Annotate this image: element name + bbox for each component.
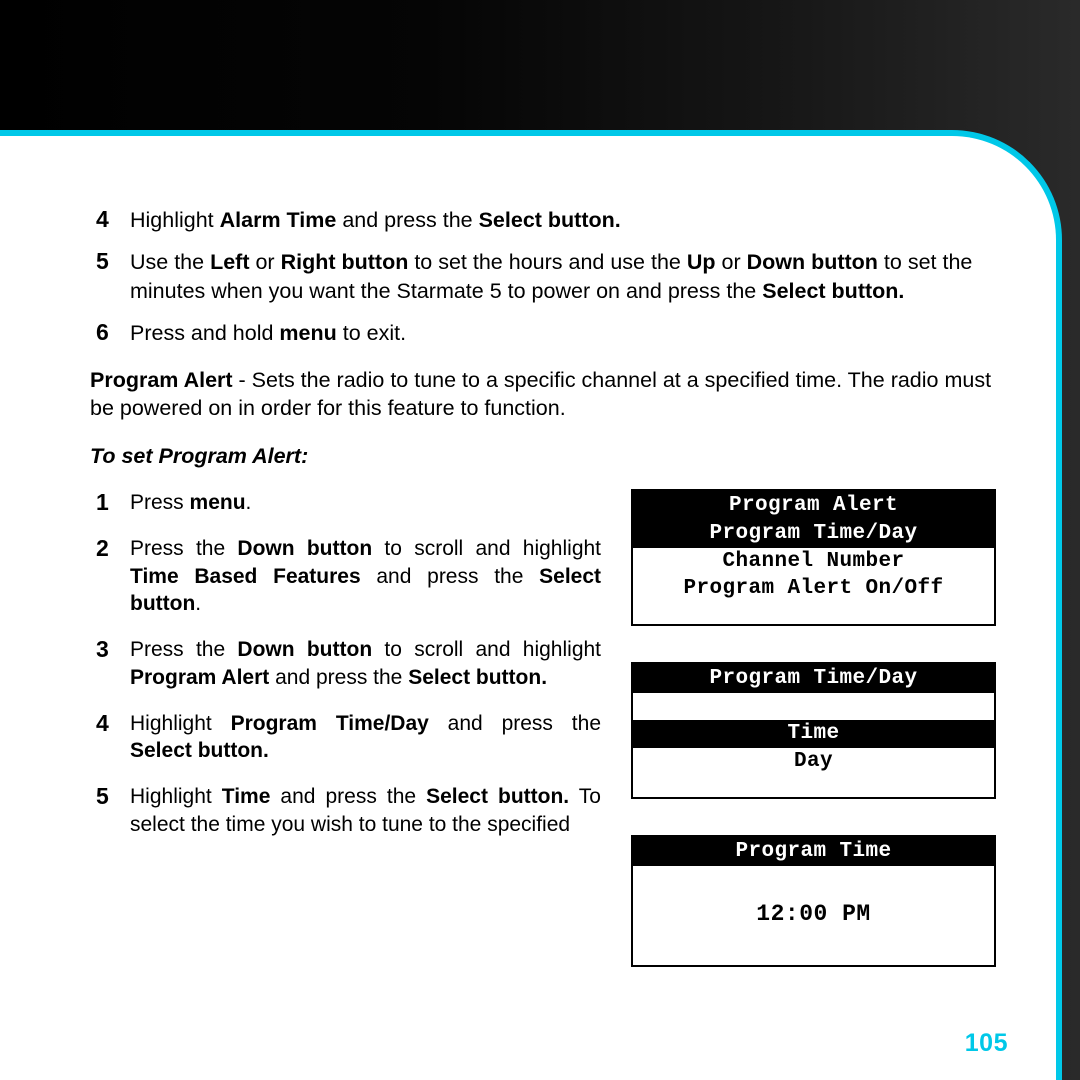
lcd-row: Program Alert On/Off — [633, 575, 994, 602]
step-number: 1 — [90, 489, 130, 517]
lcd-spacer — [633, 775, 994, 797]
step-5b: 5 Highlight Time and press the Select bu… — [90, 783, 601, 838]
step-1: 1 Press menu. — [90, 489, 601, 517]
step-number: 3 — [90, 636, 130, 691]
lcd-spacer — [633, 933, 994, 965]
step-text: Press menu. — [130, 489, 251, 517]
lcd-blank-row — [633, 866, 994, 893]
lcd-row: Channel Number — [633, 548, 994, 575]
lcd-title: Program Time — [633, 837, 994, 866]
lcd-spacer — [633, 602, 994, 624]
step-text: Use the Left or Right button to set the … — [130, 248, 996, 305]
step-number: 5 — [90, 783, 130, 838]
lcd-time-value: 12:00 PM — [633, 893, 994, 933]
lcd-program-alert: Program Alert Program Time/Day Channel N… — [631, 489, 996, 626]
step-4: 4 Highlight Alarm Time and press the Sel… — [90, 206, 996, 234]
step-text: Highlight Alarm Time and press the Selec… — [130, 206, 621, 234]
step-text: Press the Down button to scroll and high… — [130, 636, 601, 691]
step-text: Press the Down button to scroll and high… — [130, 535, 601, 618]
step-number: 5 — [90, 248, 130, 305]
lcd-row: Day — [633, 748, 994, 775]
step-number: 4 — [90, 206, 130, 234]
lcd-title: Program Alert — [633, 491, 994, 520]
left-column-steps: 1 Press menu. 2 Press the Down button to… — [90, 489, 601, 966]
right-column-screens: Program Alert Program Time/Day Channel N… — [631, 489, 996, 966]
step-number: 6 — [90, 319, 130, 347]
lcd-blank-row — [633, 693, 994, 720]
top-step-list: 4 Highlight Alarm Time and press the Sel… — [90, 206, 996, 348]
page-number: 105 — [965, 1029, 1008, 1058]
lcd-row-selected: Time — [633, 720, 994, 747]
lcd-program-time-day: Program Time/Day Time Day — [631, 662, 996, 799]
step-6: 6 Press and hold menu to exit. — [90, 319, 996, 347]
step-2: 2 Press the Down button to scroll and hi… — [90, 535, 601, 618]
lcd-program-time: Program Time 12:00 PM — [631, 835, 996, 967]
step-4b: 4 Highlight Program Time/Day and press t… — [90, 710, 601, 765]
lcd-title: Program Time/Day — [633, 664, 994, 693]
step-text: Highlight Time and press the Select butt… — [130, 783, 601, 838]
subheading: To set Program Alert: — [90, 444, 996, 469]
step-text: Press and hold menu to exit. — [130, 319, 406, 347]
program-alert-paragraph: Program Alert - Sets the radio to tune t… — [90, 366, 996, 423]
step-number: 2 — [90, 535, 130, 618]
step-3: 3 Press the Down button to scroll and hi… — [90, 636, 601, 691]
step-number: 4 — [90, 710, 130, 765]
step-text: Highlight Program Time/Day and press the… — [130, 710, 601, 765]
manual-page: 4 Highlight Alarm Time and press the Sel… — [0, 130, 1062, 1080]
lcd-row-selected: Program Time/Day — [633, 520, 994, 547]
step-5: 5 Use the Left or Right button to set th… — [90, 248, 996, 305]
two-column-layout: 1 Press menu. 2 Press the Down button to… — [90, 489, 996, 966]
